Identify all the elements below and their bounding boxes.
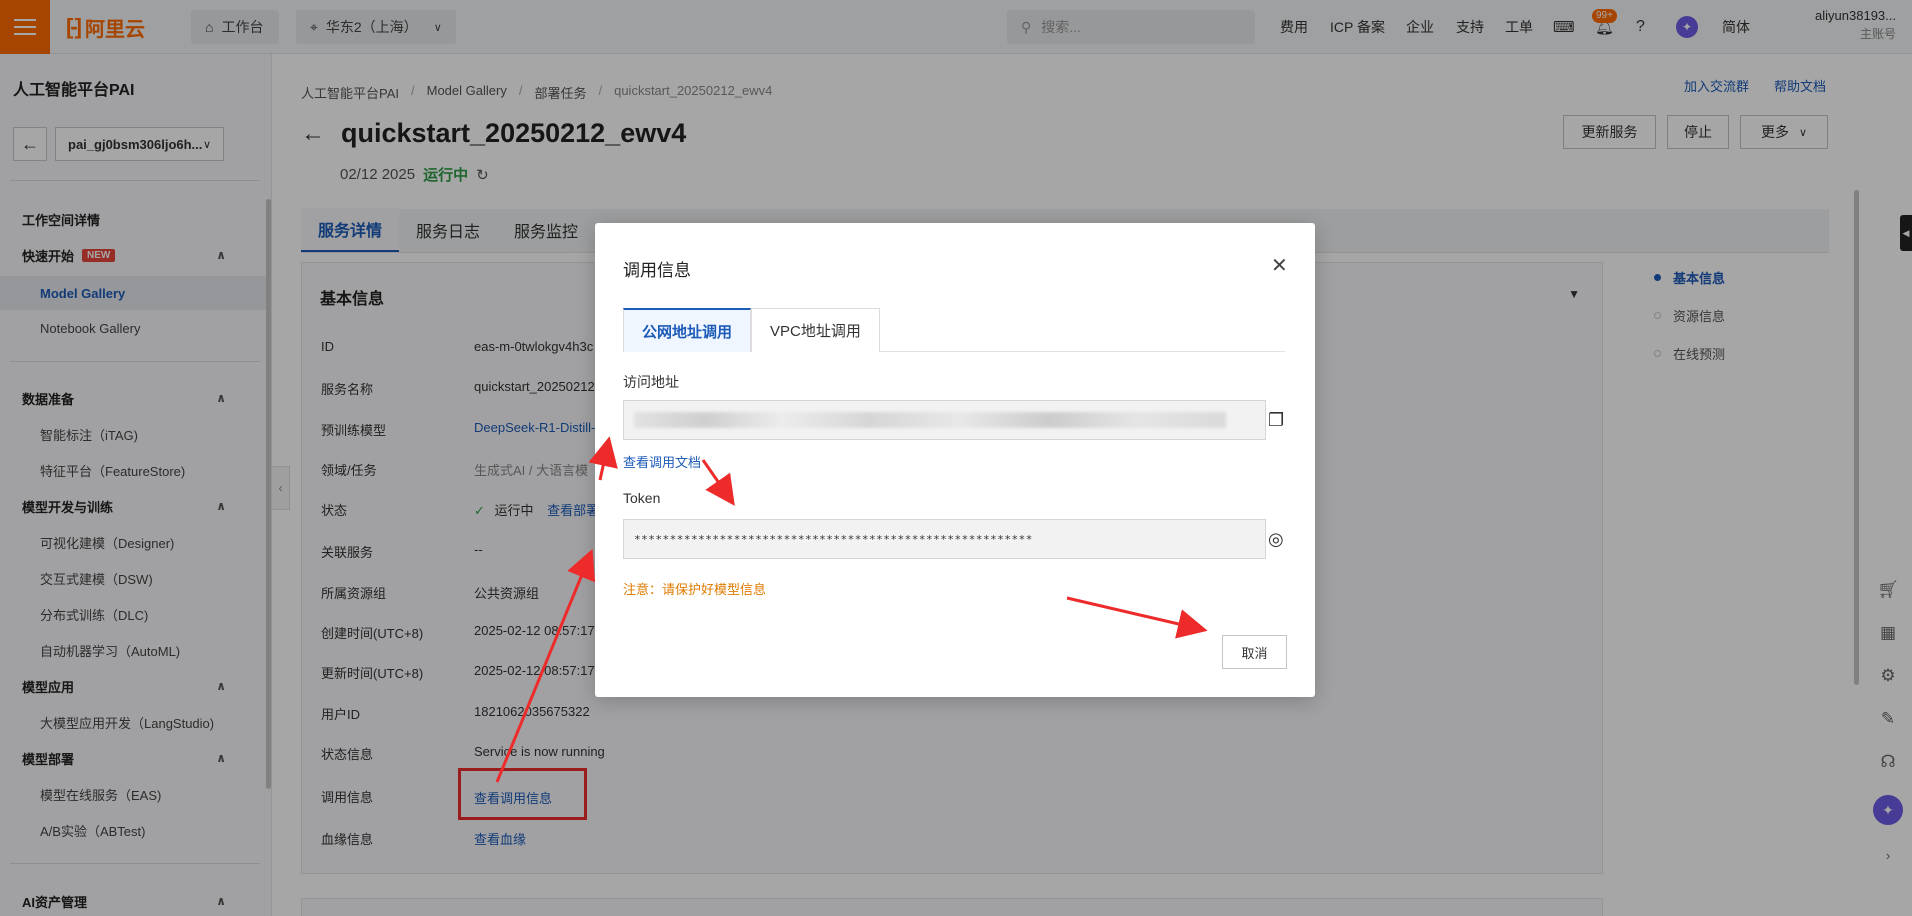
modal-title: 调用信息 — [623, 261, 691, 280]
copy-icon[interactable]: ❐ — [1268, 410, 1284, 431]
security-warning: 注意：请保护好模型信息 — [623, 582, 767, 597]
close-icon[interactable]: ✕ — [1271, 253, 1288, 278]
tab-vpc-endpoint[interactable]: VPC地址调用 — [751, 308, 880, 352]
endpoint-field[interactable] — [623, 400, 1266, 440]
endpoint-label: 访问地址 — [623, 374, 679, 390]
cancel-button[interactable]: 取消 — [1222, 635, 1287, 669]
token-value: ****************************************… — [634, 532, 1033, 546]
redacted-endpoint — [634, 412, 1226, 428]
modal-tab-bar: 公网地址调用 VPC地址调用 — [623, 308, 1285, 352]
eye-off-icon[interactable]: ◎ — [1268, 529, 1284, 550]
view-doc-link[interactable]: 查看调用文档 — [623, 452, 701, 471]
token-label: Token — [623, 490, 661, 506]
invoke-info-modal: 调用信息 ✕ 公网地址调用 VPC地址调用 访问地址 ❐ 查看调用文档 Toke… — [595, 223, 1315, 697]
tab-public-endpoint[interactable]: 公网地址调用 — [623, 308, 752, 352]
token-field[interactable]: ****************************************… — [623, 519, 1266, 559]
